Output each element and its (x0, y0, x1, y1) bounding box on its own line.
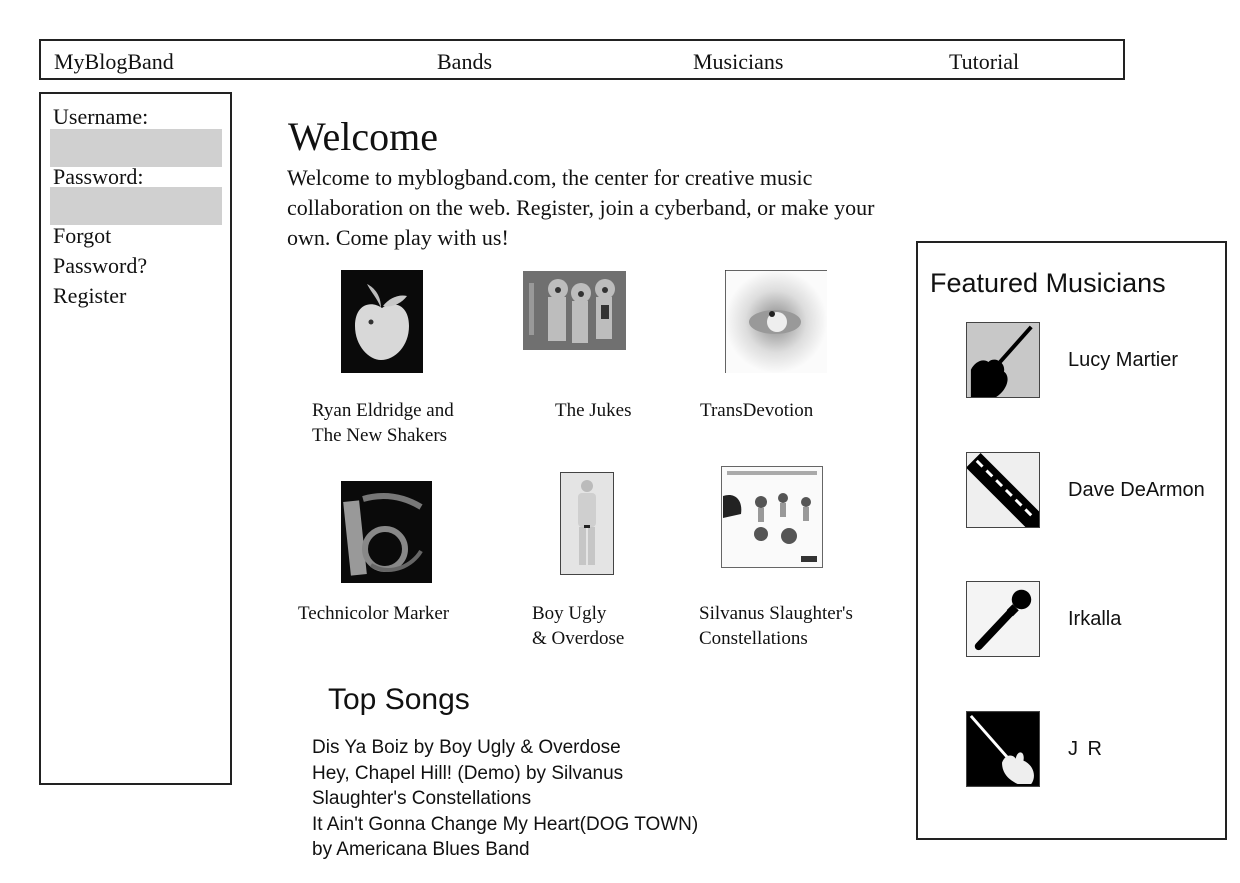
forgot-password-line1: Forgot (53, 223, 112, 248)
nav-musicians-link[interactable]: Musicians (693, 49, 783, 75)
electric-guitar-icon[interactable] (966, 711, 1040, 787)
band-image-eye[interactable] (725, 270, 827, 373)
nav-bands-link[interactable]: Bands (437, 49, 492, 75)
forgot-password-line2: Password? (53, 253, 148, 278)
welcome-heading: Welcome (288, 114, 439, 159)
band-name-boy-ugly[interactable]: Boy Ugly & Overdose (532, 601, 624, 651)
nav-tutorial-link[interactable]: Tutorial (949, 49, 1019, 75)
keyboard-icon[interactable] (966, 452, 1040, 528)
password-label: Password: (53, 164, 144, 189)
band-name-technicolor-marker[interactable]: Technicolor Marker (298, 601, 449, 626)
band-image-jukes[interactable] (523, 271, 626, 350)
featured-musicians-panel: Featured Musicians Lucy Martier Dave DeA… (916, 241, 1227, 840)
song-line[interactable]: Slaughter's Constellations (312, 786, 698, 812)
band-name-transdevotion[interactable]: TransDevotion (700, 398, 813, 423)
username-label: Username: (53, 104, 149, 129)
band-name-silvanus[interactable]: Silvanus Slaughter's Constellations (699, 601, 853, 651)
top-nav-bar: MyBlogBand Bands Musicians Tutorial (39, 39, 1125, 80)
song-line[interactable]: Hey, Chapel Hill! (Demo) by Silvanus (312, 761, 698, 787)
band-name-the-jukes[interactable]: The Jukes (555, 398, 632, 423)
band-image-silvanus[interactable] (721, 466, 823, 568)
top-songs-heading: Top Songs (328, 683, 470, 716)
song-line[interactable]: It Ain't Gonna Change My Heart(DOG TOWN) (312, 812, 698, 838)
forgot-password-link[interactable]: Forgot Password? (53, 221, 147, 281)
login-panel: Username: Password: Forgot Password? Reg… (39, 92, 232, 785)
password-input[interactable] (50, 187, 222, 225)
top-songs-list: Dis Ya Boiz by Boy Ugly & Overdose Hey, … (312, 735, 698, 863)
band-image-boy-ugly[interactable] (560, 472, 614, 575)
band-image-apple[interactable] (341, 270, 423, 373)
featured-musicians-heading: Featured Musicians (930, 268, 1166, 298)
welcome-text: Welcome to myblogband.com, the center fo… (287, 165, 875, 250)
musician-name-irkalla[interactable]: Irkalla (1068, 607, 1121, 631)
song-line[interactable]: Dis Ya Boiz by Boy Ugly & Overdose (312, 735, 698, 761)
musician-name-jr[interactable]: J R (1068, 737, 1104, 761)
song-line[interactable]: by Americana Blues Band (312, 837, 698, 863)
band-name-ryan-eldridge[interactable]: Ryan Eldridge and The New Shakers (312, 398, 454, 448)
musician-name-lucy-martier[interactable]: Lucy Martier (1068, 348, 1178, 372)
username-input[interactable] (50, 129, 222, 167)
site-logo-link[interactable]: MyBlogBand (54, 49, 174, 75)
microphone-icon[interactable] (966, 581, 1040, 657)
acoustic-guitar-icon[interactable] (966, 322, 1040, 398)
musician-name-dave-dearmon[interactable]: Dave DeArmon (1068, 478, 1205, 502)
band-image-technicolor[interactable] (341, 481, 432, 583)
register-link[interactable]: Register (53, 281, 126, 311)
